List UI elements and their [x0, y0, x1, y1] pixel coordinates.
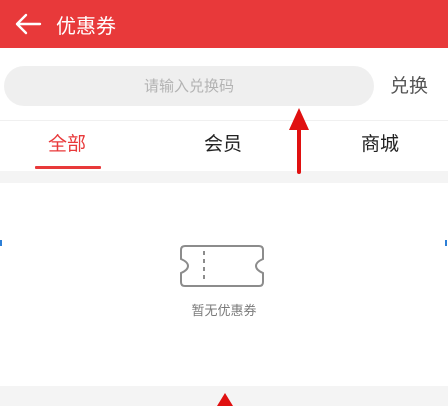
annotation-arrow-up-icon	[289, 108, 309, 174]
tab-mall-label: 商城	[360, 133, 399, 155]
page-title: 优惠券	[56, 13, 116, 38]
redeem-code-row: 兑换	[0, 48, 448, 122]
active-tab-indicator	[35, 166, 101, 169]
coupon-page: 优惠券 兑换 全部 会员 商城 暂无优惠券	[0, 0, 448, 406]
annotation-arrow-up-bottom-icon	[217, 393, 233, 406]
top-app-bar: 优惠券	[0, 0, 448, 48]
tab-mall[interactable]: 商城	[312, 121, 448, 171]
back-button[interactable]	[6, 0, 50, 48]
tab-member-label: 会员	[203, 133, 242, 155]
edge-marker-left	[0, 240, 2, 246]
tab-all[interactable]: 全部	[0, 121, 134, 171]
tab-all-label: 全部	[47, 133, 86, 155]
coupon-tabs: 全部 会员 商城	[0, 121, 448, 171]
redeem-code-input[interactable]	[4, 66, 374, 106]
empty-state: 暂无优惠券	[0, 183, 448, 386]
edge-marker-right	[445, 240, 447, 246]
empty-state-text: 暂无优惠券	[191, 304, 257, 319]
redeem-button[interactable]: 兑换	[390, 66, 428, 106]
ticket-icon	[180, 245, 264, 287]
section-separator	[0, 171, 448, 183]
arrow-left-icon	[15, 13, 42, 35]
